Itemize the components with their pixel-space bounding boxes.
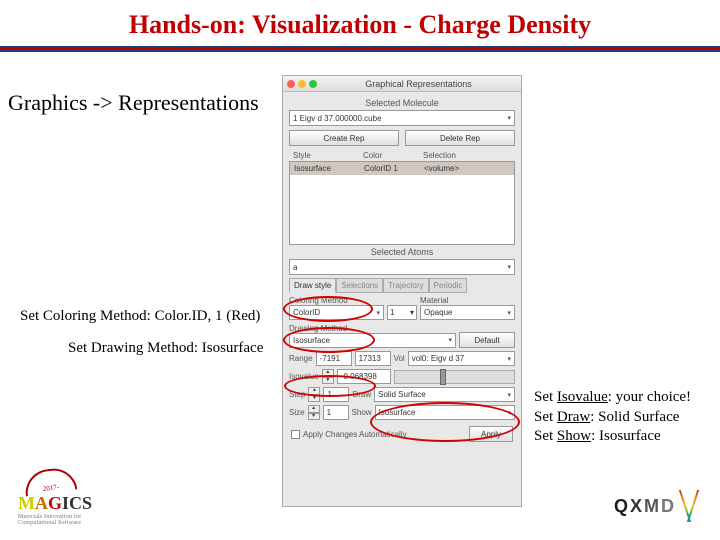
size-stepper[interactable]: ▲▼ <box>308 405 320 420</box>
chevron-down-icon: ▾ <box>507 409 511 417</box>
magics-logo: 2017- MAGICS Materials Innovation for Co… <box>18 469 108 526</box>
apply-button[interactable]: Apply <box>469 426 513 442</box>
selected-molecule-dropdown[interactable]: 1 Eigv d 37.000000.cube▾ <box>289 110 515 126</box>
step-stepper[interactable]: ▲▼ <box>308 387 320 402</box>
chevron-down-icon: ▾ <box>507 263 511 271</box>
drawing-method-dropdown[interactable]: Isosurface▾ <box>289 333 456 348</box>
size-input[interactable]: 1 <box>323 405 349 420</box>
instruction-isovalue-block: Set Isovalue: your choice! Set Draw: Sol… <box>534 388 691 447</box>
tab-trajectory[interactable]: Trajectory <box>383 278 428 293</box>
rep-tabs: Draw style Selections Trajectory Periodi… <box>289 278 515 293</box>
material-label: Material <box>420 296 515 305</box>
close-icon[interactable] <box>287 80 295 88</box>
instruction-drawing: Set Drawing Method: Isosurface <box>68 340 263 357</box>
rep-table-header: Style Color Selection <box>289 150 515 161</box>
range-label: Range <box>289 354 313 363</box>
dialog-titlebar: Graphical Representations <box>283 76 521 92</box>
isovalue-label: Isovalue <box>289 372 319 381</box>
draw-label: Draw <box>352 390 371 399</box>
chevron-down-icon: ▾ <box>376 309 380 317</box>
selected-atoms-input[interactable]: a▾ <box>289 259 515 275</box>
dna-icon <box>680 490 700 522</box>
apply-auto-checkbox[interactable] <box>291 430 300 439</box>
chevron-down-icon: ▾ <box>507 309 511 317</box>
chevron-down-icon: ▾ <box>507 391 511 399</box>
isovalue-stepper[interactable]: ▲▼ <box>322 369 334 384</box>
tab-selections[interactable]: Selections <box>336 278 383 293</box>
draw-dropdown[interactable]: Solid Surface▾ <box>374 387 515 402</box>
rep-list-row[interactable]: Isosurface ColorID 1 <volume> <box>290 162 514 175</box>
slide-title: Hands-on: Visualization - Charge Density <box>0 0 720 46</box>
show-dropdown[interactable]: Isosurface▾ <box>375 405 515 420</box>
chevron-down-icon: ▾ <box>507 114 511 122</box>
default-button[interactable]: Default <box>459 332 515 348</box>
show-label: Show <box>352 408 372 417</box>
range-min: -7191 <box>316 351 352 366</box>
step-input[interactable]: 1 <box>323 387 349 402</box>
dialog-title: Graphical Representations <box>320 79 517 89</box>
selected-molecule-label: Selected Molecule <box>289 98 515 108</box>
step-label: Step <box>289 390 305 399</box>
tab-drawstyle[interactable]: Draw style <box>289 278 336 293</box>
tab-periodic[interactable]: Periodic <box>429 278 468 293</box>
menu-path-text: Graphics -> Representations <box>8 90 259 116</box>
chevron-down-icon: ▾ <box>448 336 452 344</box>
isovalue-slider[interactable] <box>394 370 515 384</box>
representations-dialog: Graphical Representations Selected Molec… <box>282 75 522 507</box>
color-id-dropdown[interactable]: 1▾ <box>387 305 417 320</box>
material-dropdown[interactable]: Opaque▾ <box>420 305 515 320</box>
create-rep-button[interactable]: Create Rep <box>289 130 399 146</box>
size-label: Size <box>289 408 305 417</box>
delete-rep-button[interactable]: Delete Rep <box>405 130 515 146</box>
chevron-down-icon: ▾ <box>507 355 511 363</box>
apply-auto-label: Apply Changes Automatically <box>303 430 407 439</box>
rep-list[interactable]: Isosurface ColorID 1 <volume> <box>289 161 515 245</box>
title-divider <box>0 46 720 52</box>
selected-atoms-label: Selected Atoms <box>289 247 515 257</box>
chevron-down-icon: ▾ <box>410 308 414 317</box>
qxmd-logo: QXMD <box>614 490 700 522</box>
minimize-icon[interactable] <box>298 80 306 88</box>
drawing-method-label: Drawing Method <box>289 324 456 333</box>
vol-label: Vol <box>394 354 405 363</box>
range-max: 17313 <box>355 351 391 366</box>
coloring-method-dropdown[interactable]: ColorID▾ <box>289 305 384 320</box>
zoom-icon[interactable] <box>309 80 317 88</box>
instruction-coloring: Set Coloring Method: Color.ID, 1 (Red) <box>20 308 260 325</box>
volume-dropdown[interactable]: vol0: Eigv d 37▾ <box>408 351 515 366</box>
magics-logo-text: MAGICS <box>18 493 108 514</box>
isovalue-input[interactable]: -0.068398 <box>337 369 391 384</box>
coloring-method-label: Coloring Method <box>289 296 384 305</box>
